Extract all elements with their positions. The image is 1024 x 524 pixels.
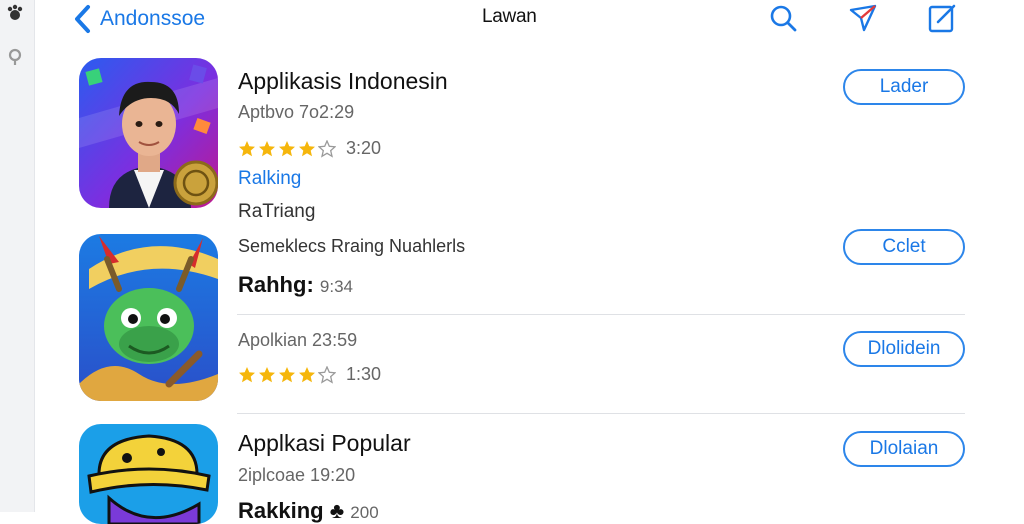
app-subtitle: Apolkian 23:59 [238,330,358,350]
star-icon [299,366,315,382]
sidebar [0,0,35,512]
search-icon[interactable] [767,2,799,34]
app-action-button[interactable]: Lader [843,69,965,105]
app-action-button[interactable]: Dlolidein [843,331,965,367]
pin-icon[interactable] [6,48,24,66]
star-rating: 3:20 [238,138,381,159]
page-title: Lawan [482,6,537,27]
star-icon [239,140,255,156]
app-name[interactable]: Applkasi Popular [238,430,411,457]
star-icon [279,140,295,156]
star-icon [299,140,315,156]
app-extra-text: RaTriang [238,201,316,222]
paw-icon[interactable] [6,4,24,22]
rating-value: 3:20 [346,138,382,158]
app-name[interactable]: Applikasis Indonesin [238,68,448,95]
app-icon-dragon[interactable] [79,234,218,401]
bold-value: 9:34 [319,277,353,296]
app-icon-avatar[interactable] [79,58,218,208]
app-rating-label: Rahhg: 9:34 [238,272,353,298]
app-rating-label: Rakking ♣ 200 [238,498,379,524]
send-icon[interactable] [847,2,879,34]
star-icon [279,366,295,382]
bold-value: 200 [350,503,379,522]
app-action-button[interactable]: Cclet [843,229,965,265]
app-icon-hat[interactable] [79,424,218,524]
star-icon [259,366,275,382]
app-subtitle: 2iplcoae 19:20 [238,465,356,485]
divider [237,314,965,315]
chevron-left-icon [75,5,90,33]
star-icon [239,366,255,382]
bold-label: Rahhg: [238,272,314,297]
rating-value: 1:30 [346,364,382,384]
app-action-button[interactable]: Dlolaian [843,431,965,467]
star-icon [259,140,275,156]
app-link[interactable]: Ralking [238,168,301,190]
back-button[interactable]: Andonssoe [72,2,205,36]
club-icon: ♣ [329,498,345,523]
app-subtitle: Aptbvo 7o2:29 [238,102,355,122]
compose-icon[interactable] [926,2,958,34]
app-line-text: Semeklecs Rraing Nuahlerls [238,236,466,256]
star-rating: 1:30 [238,364,381,385]
bold-label: Rakking [238,498,324,523]
back-label: Andonssoe [100,7,206,30]
star-icon [318,365,336,384]
star-icon [318,139,336,158]
divider [237,413,965,414]
